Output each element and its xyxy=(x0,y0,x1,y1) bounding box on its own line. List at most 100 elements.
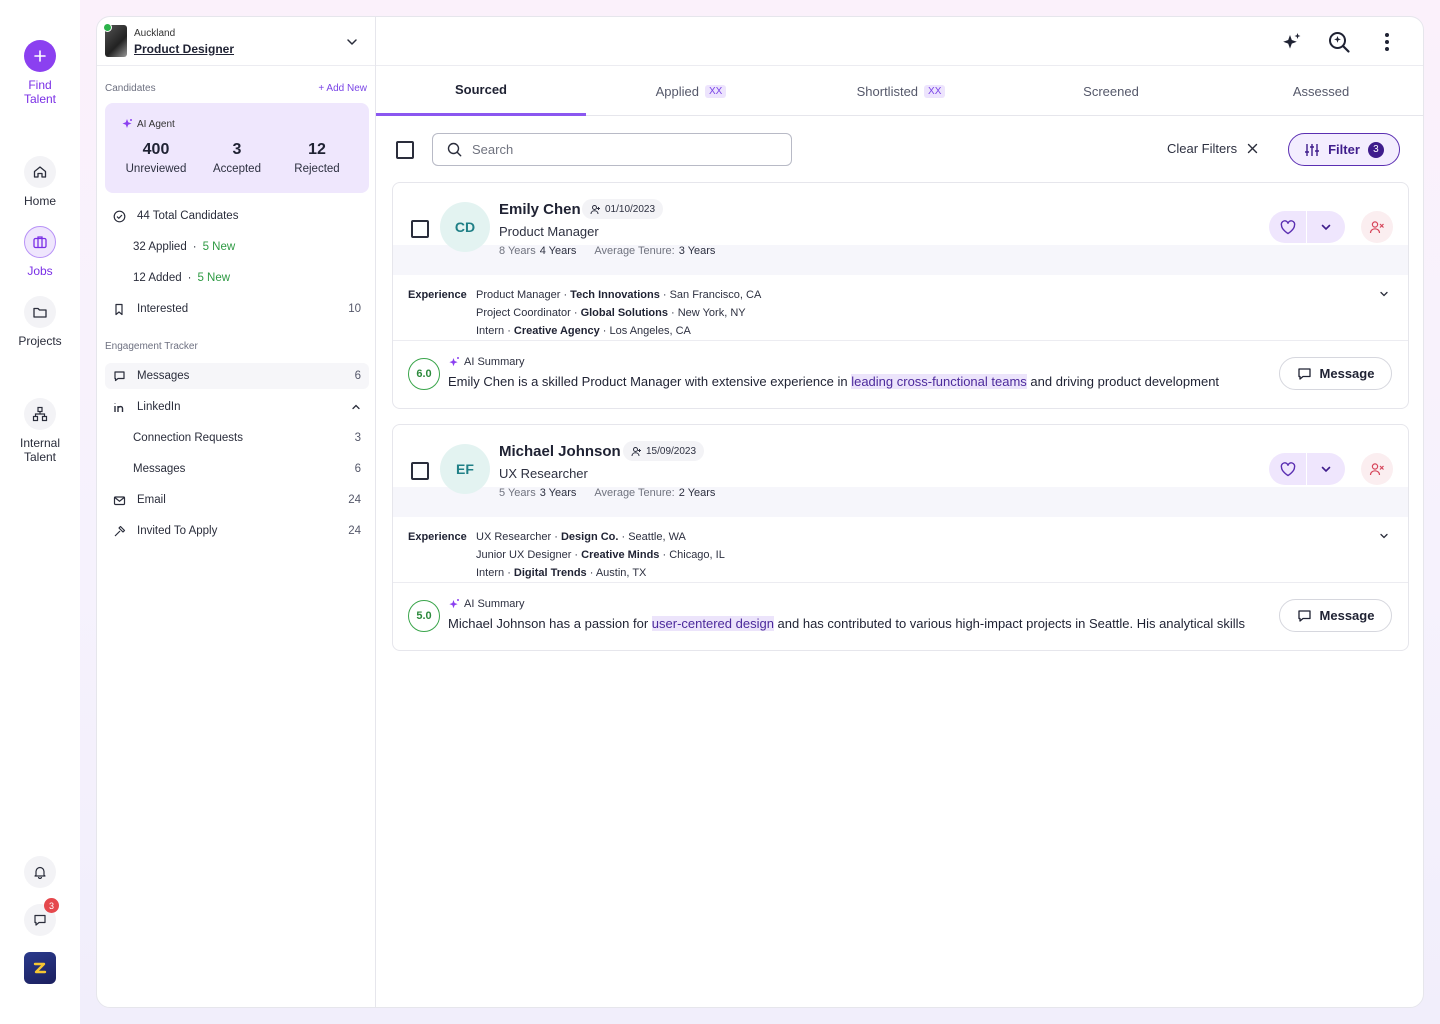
stat-rejected[interactable]: 12 Rejected xyxy=(277,141,357,175)
tab-label: Screened xyxy=(1083,83,1139,99)
filter-count-badge: 3 xyxy=(1367,141,1384,158)
candidate-card[interactable]: CD Emily Chen 01/10/2023 Product Manager… xyxy=(392,182,1409,409)
tab-label: Shortlisted xyxy=(856,83,919,99)
exp-title: Intern xyxy=(476,567,505,579)
separator-dot: · xyxy=(187,272,192,284)
summary-text: Emily Chen is a skilled Product Manager … xyxy=(448,374,852,389)
job-selector[interactable]: Auckland Product Designer xyxy=(97,17,375,66)
exp-title: Project Coordinator xyxy=(476,307,571,319)
stat-unreviewed[interactable]: 400 Unreviewed xyxy=(116,141,196,175)
chevron-down-icon[interactable] xyxy=(1378,529,1390,547)
invite-icon xyxy=(113,525,129,538)
folder-icon xyxy=(24,296,56,328)
projects-label: Projects xyxy=(18,334,62,348)
candidate-card[interactable]: EF Michael Johnson 15/09/2023 UX Researc… xyxy=(392,424,1409,651)
internal-talent-label: Internal Talent xyxy=(19,436,61,464)
exp-company: Tech Innovations xyxy=(570,289,660,301)
home-label: Home xyxy=(23,194,56,208)
top-toolbar xyxy=(376,17,1423,66)
nav-jobs[interactable]: Jobs xyxy=(0,226,80,278)
linkedin-row[interactable]: LinkedIn xyxy=(105,394,369,420)
sparkle-icon xyxy=(448,598,460,610)
search-box[interactable] xyxy=(432,133,792,166)
brand-logo[interactable] xyxy=(24,952,56,984)
experience-item: Project Coordinator · Global Solutions ·… xyxy=(476,307,746,319)
reject-user-icon[interactable] xyxy=(1361,453,1393,485)
message-label: Message xyxy=(1319,608,1375,623)
ai-summary-header: AI Summary xyxy=(448,598,525,610)
heart-icon[interactable] xyxy=(1269,453,1307,485)
add-new-link[interactable]: + Add New xyxy=(318,83,367,94)
avatar[interactable]: CD xyxy=(440,202,490,252)
job-avatar xyxy=(103,23,127,57)
select-all-checkbox[interactable] xyxy=(396,141,414,159)
candidate-checkbox[interactable] xyxy=(411,462,429,480)
search-input[interactable] xyxy=(472,142,752,157)
linkedin-messages-row[interactable]: Messages 6 xyxy=(105,456,369,482)
nav-home[interactable]: Home xyxy=(0,156,80,208)
chevron-up-icon[interactable] xyxy=(351,402,361,412)
chevron-down-icon[interactable] xyxy=(1307,453,1345,485)
chevron-down-icon[interactable] xyxy=(1378,287,1390,305)
exp-location: Seattle, WA xyxy=(628,531,686,543)
tab-screened[interactable]: Screened xyxy=(1006,66,1216,116)
applied-row[interactable]: 32 Applied · 5 New xyxy=(105,234,369,260)
connection-requests-row[interactable]: Connection Requests 3 xyxy=(105,425,369,451)
match-score: 6.0 xyxy=(408,358,440,390)
total-years: 5 Years xyxy=(499,487,536,499)
tab-sourced[interactable]: Sourced xyxy=(376,66,586,116)
invited-row[interactable]: Invited To Apply 24 xyxy=(105,518,369,544)
sliders-icon xyxy=(1304,142,1320,158)
summary-text: and has contributed to various high-impa… xyxy=(773,616,1246,631)
more-vertical-icon[interactable] xyxy=(1374,29,1400,55)
email-row[interactable]: Email 24 xyxy=(105,487,369,513)
candidate-meta: 8 Years 4 Years Average Tenure: 3 Years xyxy=(499,245,715,257)
ai-sparkle-icon[interactable] xyxy=(1279,29,1305,55)
filter-button[interactable]: Filter 3 xyxy=(1288,133,1400,166)
tab-shortlisted[interactable]: Shortlisted XX xyxy=(796,66,1006,116)
ai-summary-text: Michael Johnson has a passion for user-c… xyxy=(448,616,1263,631)
experience-item: Junior UX Designer · Creative Minds · Ch… xyxy=(476,549,725,561)
experience-label: Experience xyxy=(408,289,467,301)
avatar[interactable]: EF xyxy=(440,444,490,494)
experience-item: Intern · Digital Trends · Austin, TX xyxy=(476,567,647,579)
added-row[interactable]: 12 Added · 5 New xyxy=(105,265,369,291)
total-candidates-row[interactable]: 44 Total Candidates xyxy=(105,203,369,229)
experience-item: UX Researcher · Design Co. · Seattle, WA xyxy=(476,531,686,543)
stat-value: 12 xyxy=(308,141,326,158)
tab-applied[interactable]: Applied XX xyxy=(586,66,796,116)
search-icon xyxy=(447,142,462,157)
shortlist-group xyxy=(1269,211,1345,243)
linkedin-messages-count: 6 xyxy=(354,463,361,475)
nav-projects[interactable]: Projects xyxy=(0,296,80,348)
messages-button[interactable]: 3 xyxy=(24,898,59,936)
tenure-value: 2 Years xyxy=(678,487,716,499)
applied-label: 32 Applied xyxy=(133,241,187,253)
reject-user-icon[interactable] xyxy=(1361,211,1393,243)
search-zoom-icon[interactable] xyxy=(1326,29,1352,55)
home-icon xyxy=(24,156,56,188)
chevron-down-icon[interactable] xyxy=(1307,211,1345,243)
linkedin-icon xyxy=(113,401,129,414)
messages-row[interactable]: Messages 6 xyxy=(105,363,369,389)
mail-icon xyxy=(113,494,129,507)
find-talent-button[interactable]: Find Talent xyxy=(0,40,80,106)
stat-accepted[interactable]: 3 Accepted xyxy=(197,141,277,175)
message-button[interactable]: Message xyxy=(1279,599,1392,632)
job-title[interactable]: Product Designer xyxy=(134,42,234,56)
clear-filters-button[interactable]: Clear Filters xyxy=(1167,141,1258,156)
candidate-name[interactable]: Emily Chen xyxy=(499,201,581,218)
nav-internal-talent[interactable]: Internal Talent xyxy=(0,398,80,464)
separator-dot: · xyxy=(192,241,197,253)
tab-assessed[interactable]: Assessed xyxy=(1216,66,1423,116)
chevron-down-icon[interactable] xyxy=(345,35,359,54)
candidate-checkbox[interactable] xyxy=(411,220,429,238)
candidates-section-label: Candidates xyxy=(105,83,156,94)
message-button[interactable]: Message xyxy=(1279,357,1392,390)
invited-count: 24 xyxy=(348,525,361,537)
heart-icon[interactable] xyxy=(1269,211,1307,243)
sparkle-icon xyxy=(448,356,460,368)
notifications-button[interactable] xyxy=(24,856,56,888)
interested-row[interactable]: Interested 10 xyxy=(105,296,369,322)
candidate-name[interactable]: Michael Johnson xyxy=(499,443,621,460)
